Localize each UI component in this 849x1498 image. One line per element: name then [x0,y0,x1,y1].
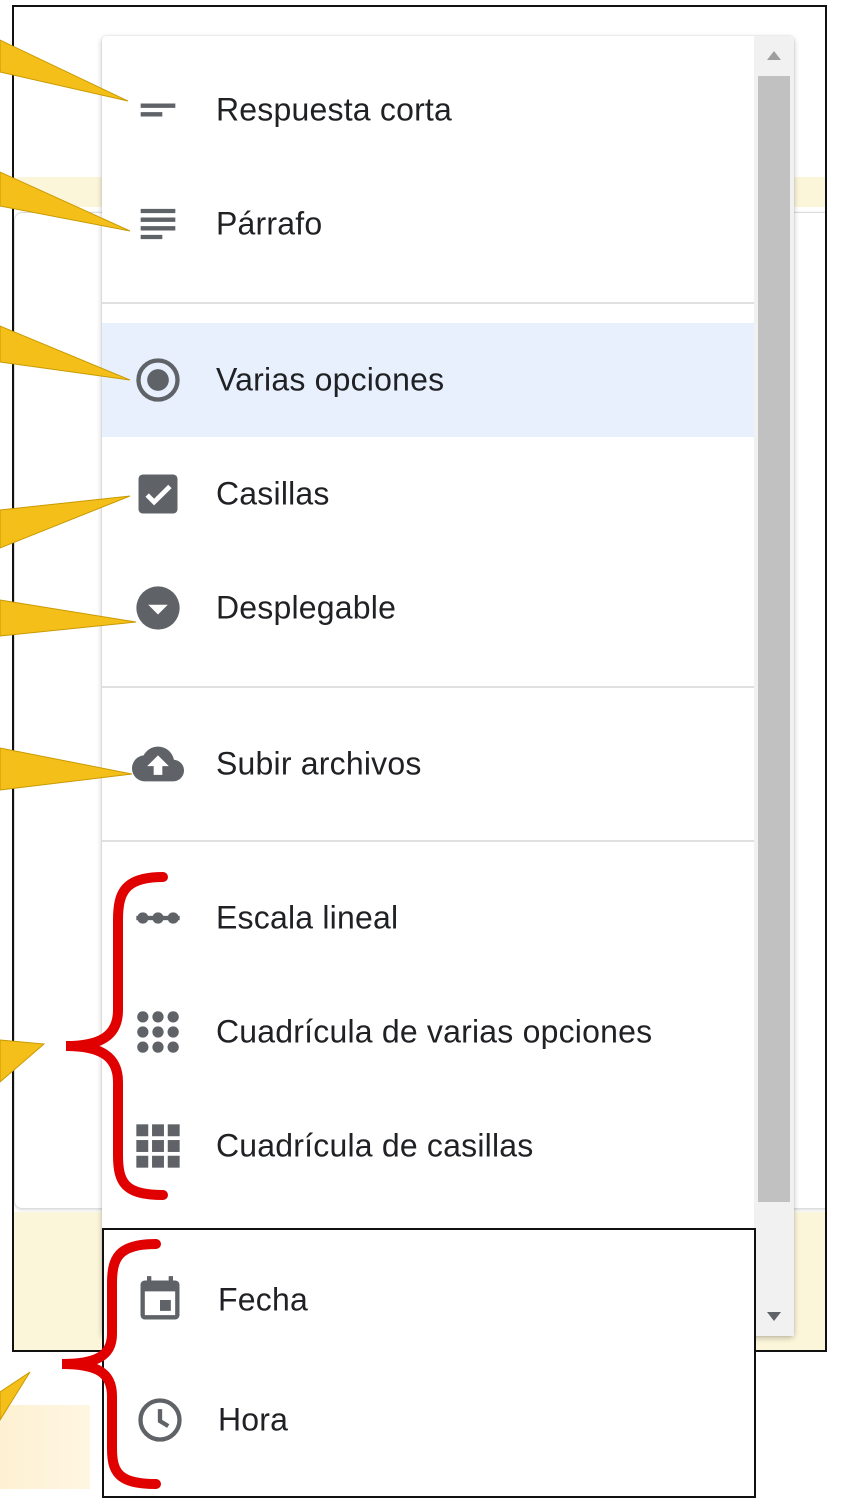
menu-item-multiple-choice-grid[interactable]: Cuadrícula de varias opciones [102,975,754,1089]
menu-item-label: Cuadrícula de casillas [216,1127,534,1164]
menu-item-label: Casillas [216,475,330,512]
menu-scrollbar[interactable] [754,36,794,1336]
menu-divider [102,840,754,842]
menu-item-time[interactable]: Hora [104,1360,754,1480]
menu-item-dropdown[interactable]: Desplegable [102,551,754,665]
short-text-icon [132,84,184,136]
menu-item-short-answer[interactable]: Respuesta corta [102,53,754,167]
menu-item-label: Desplegable [216,589,397,626]
menu-item-label: Fecha [218,1281,308,1318]
checkbox-grid-icon [132,1120,184,1172]
menu-item-label: Cuadrícula de varias opciones [216,1013,653,1050]
calendar-icon [134,1274,186,1326]
menu-item-linear-scale[interactable]: Escala lineal [102,861,754,975]
radio-button-icon [132,354,184,406]
menu-item-label: Varias opciones [216,361,445,398]
menu-overflow-panel: Fecha Hora [102,1228,756,1498]
clock-icon [134,1394,186,1446]
background-watermark [0,1405,90,1489]
menu-divider [102,302,754,304]
menu-item-checkboxes[interactable]: Casillas [102,437,754,551]
menu-item-file-upload[interactable]: Subir archivos [102,707,754,821]
scroll-down-arrow-icon[interactable] [754,1298,794,1336]
menu-item-checkbox-grid[interactable]: Cuadrícula de casillas [102,1089,754,1203]
menu-divider [102,686,754,688]
dropdown-icon [132,582,184,634]
menu-item-paragraph[interactable]: Párrafo [102,167,754,281]
menu-item-label: Subir archivos [216,745,422,782]
scroll-up-arrow-icon[interactable] [754,36,794,74]
question-type-menu: Respuesta corta Párrafo Varias opciones … [102,36,794,1336]
linear-scale-icon [132,892,184,944]
menu-item-multiple-choice[interactable]: Varias opciones [102,323,754,437]
cloud-upload-icon [132,738,184,790]
paragraph-icon [132,198,184,250]
checkbox-icon [132,468,184,520]
menu-item-label: Respuesta corta [216,91,453,128]
menu-item-label: Hora [218,1401,289,1438]
menu-item-label: Párrafo [216,205,323,242]
menu-item-date[interactable]: Fecha [104,1240,754,1360]
radio-grid-icon [132,1006,184,1058]
scrollbar-thumb[interactable] [758,76,790,1202]
menu-item-label: Escala lineal [216,899,399,936]
